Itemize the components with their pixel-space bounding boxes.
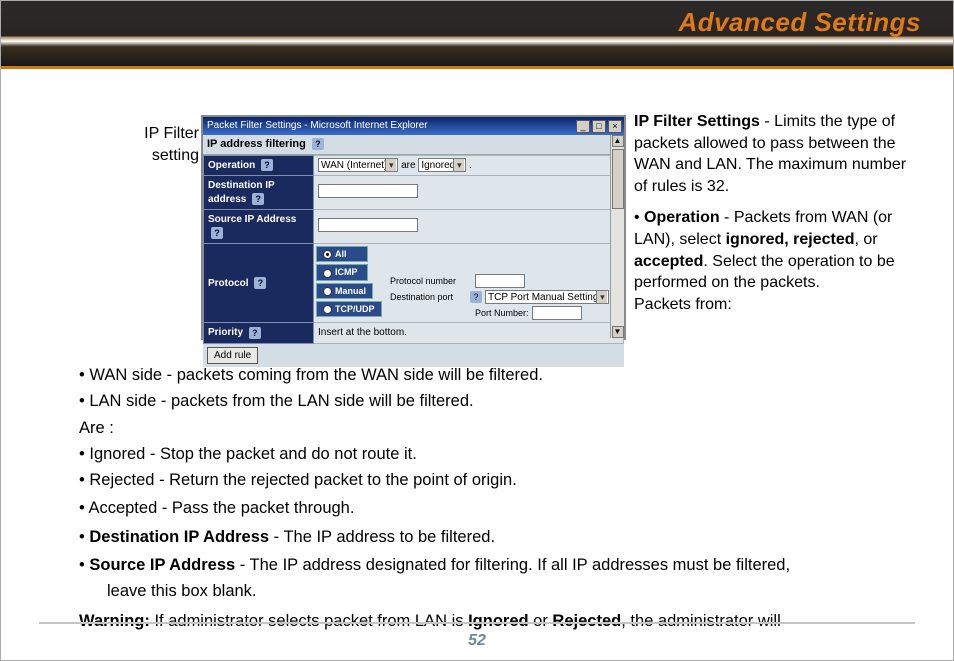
embedded-window: Packet Filter Settings - Microsoft Inter… bbox=[201, 115, 626, 340]
radio-icon bbox=[323, 305, 332, 314]
row-label-protocol: Protocol ? bbox=[204, 244, 314, 323]
body-line: • LAN side - packets from the LAN side w… bbox=[79, 390, 915, 412]
figure-caption: IP Filter setting bbox=[111, 123, 199, 166]
protocol-number-label: Protocol number bbox=[390, 275, 472, 287]
body-line: • WAN side - packets coming from the WAN… bbox=[79, 364, 915, 386]
vertical-scrollbar[interactable]: ▲ ▼ bbox=[610, 135, 624, 338]
help-icon[interactable]: ? bbox=[470, 291, 482, 303]
protocol-opt-tcpudp[interactable]: TCP/UDP bbox=[316, 301, 382, 317]
lower-body: • WAN side - packets coming from the WAN… bbox=[79, 364, 915, 637]
help-icon[interactable]: ? bbox=[249, 327, 261, 339]
port-number-label: Port Number: bbox=[475, 307, 529, 319]
help-icon[interactable]: ? bbox=[312, 138, 324, 150]
body-line: • Rejected - Return the rejected packet … bbox=[79, 469, 915, 491]
document-page: Advanced Settings IP Filter setting Pack… bbox=[0, 0, 954, 661]
ip-filter-heading: IP Filter Settings bbox=[634, 113, 760, 130]
close-button[interactable]: × bbox=[608, 120, 622, 133]
window-title: Packet Filter Settings - Microsoft Inter… bbox=[207, 119, 428, 133]
scroll-down-icon[interactable]: ▼ bbox=[612, 326, 624, 338]
row-label-operation: Operation ? bbox=[204, 155, 314, 176]
body-line: • Accepted - Pass the packet through. bbox=[79, 497, 915, 519]
window-titlebar: Packet Filter Settings - Microsoft Inter… bbox=[203, 117, 624, 135]
port-number-input[interactable] bbox=[532, 306, 582, 320]
protocol-number-input[interactable] bbox=[475, 274, 525, 288]
minimize-button[interactable]: _ bbox=[576, 120, 590, 133]
section-header: IP address filtering ? bbox=[203, 135, 624, 155]
help-icon[interactable]: ? bbox=[211, 227, 223, 239]
protocol-opt-manual[interactable]: Manual bbox=[316, 283, 373, 299]
protocol-opt-all[interactable]: All bbox=[316, 246, 368, 262]
dest-port-select[interactable]: TCP Port Manual Setting bbox=[485, 290, 609, 304]
maximize-button[interactable]: □ bbox=[592, 120, 606, 133]
priority-value: Insert at the bottom. bbox=[314, 323, 624, 344]
packets-from-label: Packets from: bbox=[634, 296, 732, 313]
body-line: Are : bbox=[79, 417, 915, 439]
body-line: • Destination IP Address - The IP addres… bbox=[79, 526, 915, 548]
radio-icon bbox=[323, 250, 332, 259]
page-number: 52 bbox=[1, 632, 953, 650]
scroll-thumb[interactable] bbox=[612, 149, 624, 209]
header-banner: Advanced Settings bbox=[1, 1, 953, 69]
page-title: Advanced Settings bbox=[678, 7, 921, 38]
radio-icon bbox=[323, 269, 332, 278]
add-rule-button[interactable]: Add rule bbox=[207, 347, 258, 365]
operation-heading: Operation bbox=[644, 209, 720, 226]
help-icon[interactable]: ? bbox=[261, 159, 273, 171]
row-label-src-ip: Source IP Address ? bbox=[204, 210, 314, 244]
radio-icon bbox=[323, 287, 332, 296]
help-icon[interactable]: ? bbox=[252, 193, 264, 205]
content-area: IP Filter setting Packet Filter Settings… bbox=[79, 109, 915, 600]
src-ip-input[interactable] bbox=[318, 218, 418, 232]
row-label-dest-ip: Destination IP address ? bbox=[204, 176, 314, 210]
dest-ip-input[interactable] bbox=[318, 184, 418, 198]
operation-action-select[interactable]: Ignored bbox=[418, 158, 466, 172]
row-label-priority: Priority ? bbox=[204, 323, 314, 344]
body-line: • Ignored - Stop the packet and do not r… bbox=[79, 443, 915, 465]
help-icon[interactable]: ? bbox=[254, 277, 266, 289]
body-line: leave this box blank. bbox=[79, 580, 915, 602]
protocol-opt-icmp[interactable]: ICMP bbox=[316, 264, 368, 280]
scroll-up-icon[interactable]: ▲ bbox=[612, 135, 624, 147]
body-line: • Source IP Address - The IP address des… bbox=[79, 554, 915, 576]
dest-port-label: Destination port bbox=[390, 291, 464, 303]
operation-side-select[interactable]: WAN (Internet) bbox=[318, 158, 398, 172]
right-column: IP Filter Settings - Limits the type of … bbox=[634, 111, 916, 325]
footer-rule bbox=[39, 622, 915, 624]
operation-mid-text: are bbox=[401, 160, 415, 171]
